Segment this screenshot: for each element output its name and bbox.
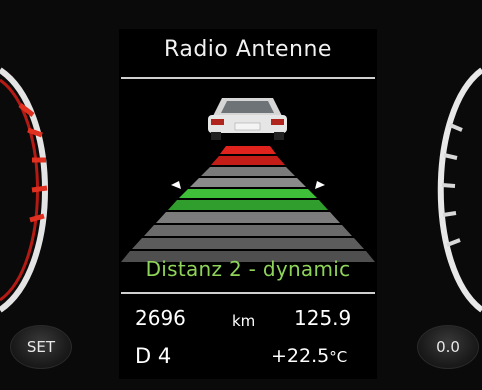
trip-value: 125.9: [294, 306, 352, 330]
temperature-unit: °C: [329, 348, 348, 366]
temperature-value: +22.5: [271, 345, 330, 367]
right-marker-icon: [315, 181, 325, 189]
acc-distance-status: Distanz 2 - dynamic: [145, 257, 351, 281]
radio-station-title: Radio Antenne: [164, 37, 332, 62]
acc-distance-graphic: [119, 86, 377, 286]
outside-temperature: +22.5°C: [271, 345, 347, 367]
gear-indicator: D 4: [135, 344, 172, 368]
trip-reset-button[interactable]: 0.0: [417, 325, 479, 369]
odometer-value: 2696: [135, 306, 186, 330]
odometer-unit: km: [232, 312, 256, 330]
divider: [121, 77, 375, 79]
set-button[interactable]: SET: [10, 325, 72, 369]
divider: [121, 292, 375, 294]
lead-car-icon: [208, 98, 287, 140]
left-marker-icon: [171, 181, 181, 189]
distance-bars: [121, 146, 375, 262]
driver-info-display: Radio Antenne Distanz 2 - dynamic 2696 k…: [119, 29, 377, 379]
